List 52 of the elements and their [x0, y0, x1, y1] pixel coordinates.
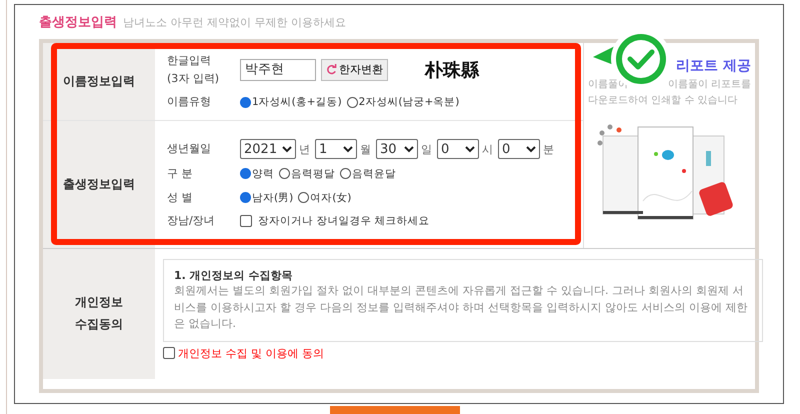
- field-label: 한글입력 (3자 입력): [167, 53, 220, 87]
- radio-label[interactable]: 양력: [252, 166, 274, 181]
- field-label: 구 분: [167, 166, 194, 182]
- checkbox[interactable]: [163, 347, 175, 359]
- field-label: 이름유형: [167, 94, 212, 110]
- notice-text: 회원께서는 별도의 회원가입 절차 없이 대부분의 콘텐츠에 자유롭게 접근할 수 있습니다. 그러나 회원사의 회원제 서비스를 이용하시고자 할 경우 다음의 정보를 입력해주셔야 하며 선택항목을 입력하시지 않아도 서비스의 이용에 제한은 없습니다.: [174, 283, 748, 332]
- chevron-icon: [465, 146, 475, 153]
- radio-label[interactable]: 2자성씨(남궁+옥분): [358, 95, 460, 110]
- dropdown[interactable]: 0: [437, 139, 479, 160]
- refresh-icon: [326, 64, 337, 76]
- radio-button[interactable]: [240, 96, 251, 108]
- radio-button[interactable]: [340, 168, 351, 180]
- dropdown[interactable]: 30: [376, 139, 418, 160]
- row-header: 출생정보입력: [43, 121, 155, 248]
- radio-button[interactable]: [240, 192, 251, 203]
- radio-button[interactable]: [279, 168, 290, 180]
- promo-text: 다운로드하여 인쇄할 수 있습니다: [588, 94, 739, 107]
- notice-title: 1. 개인정보의 수집항목: [174, 268, 294, 283]
- dropdown[interactable]: 2021: [240, 139, 296, 160]
- checkbox[interactable]: [240, 215, 252, 228]
- radio-button[interactable]: [346, 96, 358, 108]
- hanja-name: 朴珠縣: [425, 58, 479, 82]
- unit-label: 월: [360, 142, 371, 157]
- checkbox-label[interactable]: 개인정보 수집 및 이용에 동의: [178, 346, 324, 360]
- field-label: 성 별: [167, 190, 194, 206]
- chevron-icon: [282, 146, 292, 153]
- radio-label[interactable]: 여자(女): [310, 190, 352, 204]
- name-input[interactable]: 박주현: [240, 58, 316, 81]
- field-label: 장남/장녀: [167, 213, 216, 230]
- unit-label: 시: [482, 142, 493, 157]
- unit-label: 분: [543, 142, 554, 157]
- radio-label[interactable]: 1자성씨(홍+길동): [252, 95, 342, 110]
- convert-button[interactable]: 한자변환: [321, 58, 388, 81]
- promo-title: 리포트 제공: [676, 57, 751, 75]
- promo-text: 이름풀이 리포트를: [668, 78, 751, 91]
- unit-label: 일: [421, 142, 432, 157]
- unit-label: 년: [299, 142, 310, 157]
- section-title: 출생정보입력: [39, 14, 117, 31]
- checkbox-label[interactable]: 장자이거나 장녀일경우 체크하세요: [258, 214, 430, 228]
- chevron-icon: [343, 146, 353, 153]
- radio-button[interactable]: [298, 192, 310, 203]
- radio-button[interactable]: [240, 168, 251, 180]
- dropdown[interactable]: 0: [498, 139, 540, 160]
- dropdown[interactable]: 1: [315, 139, 357, 160]
- radio-label[interactable]: 음력윤달: [352, 166, 396, 181]
- chevron-icon: [526, 146, 536, 153]
- chevron-icon: [404, 146, 414, 153]
- field-label: 생년월일: [167, 141, 212, 158]
- radio-label[interactable]: 남자(男): [252, 190, 294, 204]
- radio-label[interactable]: 음력평달: [291, 166, 335, 181]
- section-subtitle: 남녀노소 아무런 제약없이 무제한 이용하세요: [123, 14, 346, 30]
- row-header: 개인정보 수집동의: [43, 249, 155, 379]
